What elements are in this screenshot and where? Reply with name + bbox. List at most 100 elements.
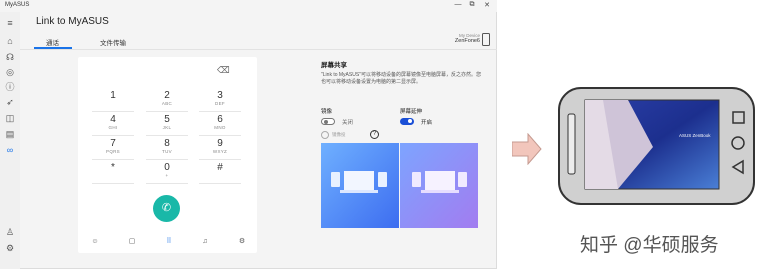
bell-icon[interactable]: ♫ xyxy=(200,237,210,247)
key-digit: 1 xyxy=(110,90,116,101)
user-icon[interactable]: ♙ xyxy=(5,227,15,237)
dialer-settings-icon[interactable]: ⚙ xyxy=(237,237,247,247)
screen-share-description: "Link to MyASUS"可以将移动设备的屏幕镜像至电脑屏幕，反之亦然。您… xyxy=(321,72,481,85)
link-icon[interactable]: ∞ xyxy=(5,145,15,155)
headset-icon[interactable]: ☊ xyxy=(5,52,15,62)
myasus-window: MyASUS — ⧉ ✕ ≡ ⌂ ☊ ◎ ⓘ ➶ ◫ ▤ ∞ ♙ ⚙ Link … xyxy=(0,0,497,269)
key-letters: + xyxy=(165,173,169,178)
key-divider xyxy=(146,111,188,112)
sidebar: ≡ ⌂ ☊ ◎ ⓘ ➶ ◫ ▤ ∞ ♙ ⚙ xyxy=(0,12,20,269)
key-divider xyxy=(199,183,241,184)
key-7[interactable]: 7 PQRS xyxy=(98,138,128,154)
key-2[interactable]: 2 ABC xyxy=(152,90,182,106)
key-digit: 2 xyxy=(164,90,170,101)
key-5[interactable]: 5 JKL xyxy=(152,114,182,130)
app-title: MyASUS xyxy=(5,2,30,8)
mirror-radio[interactable] xyxy=(321,131,329,139)
key-hash[interactable]: # xyxy=(205,162,235,173)
diagnosis-icon[interactable]: ◎ xyxy=(5,67,15,77)
extend-state: 开启 xyxy=(421,120,433,126)
page-title: Link to MyASUS xyxy=(36,16,109,27)
key-8[interactable]: 8 TUV xyxy=(152,138,182,154)
key-divider xyxy=(146,135,188,136)
key-letters: TUV xyxy=(162,149,172,154)
maximize-button[interactable]: ⧉ xyxy=(467,1,477,9)
backspace-icon[interactable]: ⌫ xyxy=(217,65,230,76)
key-digit: # xyxy=(217,162,223,173)
key-divider xyxy=(199,111,241,112)
phone-screen-text: ASUS ZenBook xyxy=(679,133,711,138)
screenshot-stage: MyASUS — ⧉ ✕ ≡ ⌂ ☊ ◎ ⓘ ➶ ◫ ▤ ∞ ♙ ⚙ Link … xyxy=(0,0,758,271)
key-digit: 7 xyxy=(110,138,116,149)
header-divider xyxy=(20,49,497,50)
dialpad-icon[interactable]: ⠿ xyxy=(164,237,174,247)
phone-call-icon: ✆ xyxy=(161,202,172,214)
dialer-bottom-bar: ☺ ▢ ⠿ ♫ ⚙ xyxy=(78,237,257,249)
close-button[interactable]: ✕ xyxy=(482,1,492,9)
key-divider xyxy=(92,159,134,160)
toggle-knob xyxy=(324,119,328,124)
key-divider xyxy=(199,135,241,136)
key-digit: 9 xyxy=(217,138,223,149)
key-3[interactable]: 3 DEF xyxy=(205,90,235,106)
key-letters: MNO xyxy=(214,125,226,130)
key-9[interactable]: 9 WXYZ xyxy=(205,138,235,154)
dialer-panel: ⌫ 1 2 ABC 3 DEF 4 GHI 5 JKL 6 MNO 7 PQRS 8 TUV … xyxy=(78,57,257,253)
key-digit: 5 xyxy=(164,114,170,125)
key-divider xyxy=(92,183,134,184)
minimize-button[interactable]: — xyxy=(453,1,463,8)
mirror-toggle[interactable] xyxy=(321,118,335,125)
key-digit: 4 xyxy=(110,114,116,125)
key-divider xyxy=(92,111,134,112)
mirror-radio-label: 镜像投 xyxy=(332,132,346,137)
key-letters: ABC xyxy=(161,101,173,106)
info-icon[interactable]: ⓘ xyxy=(5,82,15,92)
mirror-label: 镜像 xyxy=(321,109,333,115)
tab-file-transfer[interactable]: 文件传输 xyxy=(100,37,126,47)
watermark-text: 知乎 @华硕服务 xyxy=(580,235,719,256)
key-digit: 0 xyxy=(164,162,170,173)
mirror-state: 关闭 xyxy=(342,120,354,126)
key-digit: 6 xyxy=(217,114,223,125)
help-icon[interactable]: ? xyxy=(370,130,379,139)
key-digit: 8 xyxy=(164,138,170,149)
key-letters: PQRS xyxy=(106,149,120,154)
extend-label: 屏幕延伸 xyxy=(400,109,423,115)
news-icon[interactable]: ▤ xyxy=(5,129,15,139)
call-button[interactable]: ✆ xyxy=(153,195,180,222)
key-divider xyxy=(92,135,134,136)
settings-icon[interactable]: ⚙ xyxy=(5,243,15,253)
tab-calls[interactable]: 通话 xyxy=(46,37,59,47)
key-star[interactable]: * xyxy=(98,162,128,173)
key-letters: WXYZ xyxy=(212,149,228,154)
key-digit: 3 xyxy=(217,90,223,101)
key-0[interactable]: 0 + xyxy=(152,162,182,178)
contacts-icon[interactable]: ☺ xyxy=(90,237,100,247)
bag-icon[interactable]: ◫ xyxy=(5,113,15,123)
key-digit: * xyxy=(111,162,115,173)
extend-preview[interactable] xyxy=(400,143,478,228)
key-divider xyxy=(146,183,188,184)
key-6[interactable]: 6 MNO xyxy=(205,114,235,130)
home-icon[interactable]: ⌂ xyxy=(5,36,15,46)
phone-landscape-illustration xyxy=(558,87,755,205)
screen-share-title: 屏幕共享 xyxy=(321,62,347,69)
key-divider xyxy=(199,159,241,160)
device-name: ZenFone6 xyxy=(454,38,480,44)
toggle-knob xyxy=(408,119,412,123)
key-divider xyxy=(146,159,188,160)
title-bar: MyASUS — ⧉ ✕ xyxy=(0,0,497,12)
square-icon[interactable]: ▢ xyxy=(127,237,137,247)
arrow-right-icon xyxy=(512,133,542,165)
rocket-icon[interactable]: ➶ xyxy=(5,97,15,107)
mirror-preview[interactable] xyxy=(321,143,399,228)
key-letters: DEF xyxy=(215,101,225,106)
key-letters: JKL xyxy=(162,125,172,130)
phone-icon[interactable] xyxy=(482,33,490,46)
menu-icon[interactable]: ≡ xyxy=(5,18,15,28)
key-letters: GHI xyxy=(108,125,118,130)
key-4[interactable]: 4 GHI xyxy=(98,114,128,130)
key-1[interactable]: 1 xyxy=(98,90,128,101)
extend-toggle[interactable] xyxy=(400,118,414,125)
device-info[interactable]: My Device ZenFone6 xyxy=(455,33,480,44)
